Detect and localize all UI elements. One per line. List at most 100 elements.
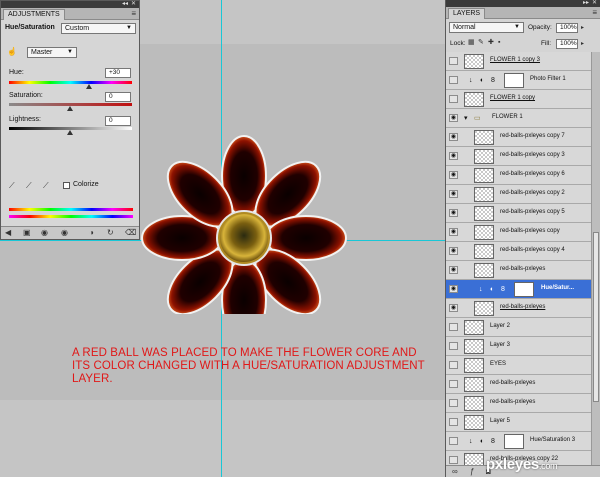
collapse-icon[interactable]: ◂◂ (122, 1, 128, 8)
back-arrow-icon[interactable]: ◀ (5, 228, 11, 238)
visibility-toggle[interactable]: ◉ (449, 171, 458, 179)
visibility-toggle[interactable] (449, 323, 458, 331)
opacity-input[interactable]: 100% (556, 23, 578, 33)
layer-name[interactable]: Layer 3 (490, 341, 510, 350)
layer-row[interactable]: Layer 5 (446, 413, 591, 432)
layer-row[interactable]: ↓ ◐ 8 Hue/Saturation 3 (446, 432, 591, 451)
visibility-toggle[interactable] (449, 76, 458, 84)
visibility-toggle[interactable]: ◉ (449, 152, 458, 160)
blend-mode-select[interactable]: Normal ▼ (449, 22, 524, 33)
panel-menu-icon[interactable]: ≡ (592, 8, 597, 18)
trash-icon[interactable]: ⌫ (125, 228, 136, 238)
layer-name[interactable]: red-balls-pxleyes copy 6 (500, 170, 565, 179)
visibility-toggle[interactable] (449, 95, 458, 103)
visibility-toggle[interactable] (449, 456, 458, 464)
layer-name[interactable]: red-balls-pxleyes copy 3 (500, 151, 565, 160)
fill-input[interactable]: 100% (556, 39, 578, 49)
lock-position-icon[interactable]: ✚ (488, 38, 494, 48)
layer-row[interactable]: ◉ red-balls-pxleyes copy 3 (446, 147, 591, 166)
saturation-slider-thumb[interactable] (67, 106, 73, 111)
layer-row[interactable]: Layer 2 (446, 318, 591, 337)
visibility-toggle[interactable] (449, 57, 458, 65)
layer-row[interactable]: red-balls-pxleyes (446, 394, 591, 413)
tab-layers[interactable]: LAYERS (448, 8, 486, 19)
lightness-slider-thumb[interactable] (67, 130, 73, 135)
layer-name[interactable]: red-balls-pxleyes copy 2 (500, 189, 565, 198)
collapse-icon[interactable]: ▸▸ (583, 0, 589, 7)
visibility-toggle[interactable]: ◉ (449, 114, 458, 122)
link-layers-icon[interactable]: ∞ (452, 467, 458, 477)
lock-all-icon[interactable]: ▪ (498, 38, 500, 48)
visibility-toggle[interactable] (449, 437, 458, 445)
visibility-toggle[interactable]: ◉ (449, 266, 458, 274)
layer-name[interactable]: FLOWER 1 copy (490, 94, 535, 103)
visibility-toggle[interactable]: ◉ (449, 228, 458, 236)
layer-name[interactable]: Layer 2 (490, 322, 510, 331)
tab-adjustments[interactable]: ADJUSTMENTS (3, 9, 65, 20)
scrollbar-thumb[interactable] (593, 232, 599, 402)
layer-row-selected[interactable]: ◉ ↓ ◐ 8 Hue/Satur... (446, 280, 591, 299)
layer-name[interactable]: Photo Filter 1 (530, 75, 566, 84)
layer-name[interactable]: red-balls-pxleyes (490, 379, 535, 388)
layer-row[interactable]: ◉ red-balls-pxleyes copy (446, 223, 591, 242)
visibility-toggle[interactable]: ◉ (449, 209, 458, 217)
layer-name[interactable]: red-balls-pxleyes (500, 265, 545, 274)
chevron-right-icon[interactable]: ▸ (581, 23, 584, 33)
layer-name[interactable]: Hue/Satur... (541, 284, 574, 293)
visibility-toggle[interactable] (449, 380, 458, 388)
targeted-adjustment-icon[interactable]: ☝ (7, 47, 17, 57)
layer-row[interactable]: ↓ ◐ 8 Photo Filter 1 (446, 71, 591, 90)
preset-select[interactable]: Custom ▼ (61, 23, 136, 34)
chevron-right-icon[interactable]: ▸ (581, 39, 584, 49)
layer-row[interactable]: red-balls-pxleyes (446, 375, 591, 394)
hue-slider[interactable] (9, 81, 132, 84)
visibility-toggle[interactable] (449, 361, 458, 369)
visibility-toggle[interactable] (449, 342, 458, 350)
layer-row[interactable]: ◉ red-balls-pxleyes copy 7 (446, 128, 591, 147)
visibility-toggle[interactable] (449, 399, 458, 407)
layer-row[interactable]: FLOWER 1 copy 3 (446, 52, 591, 71)
range-select[interactable]: Master ▼ (27, 47, 77, 58)
saturation-input[interactable]: 0 (105, 92, 131, 102)
layer-name[interactable]: red-balls-pxleyes copy 4 (500, 246, 565, 255)
eyedropper-icon[interactable]: ⟋ (9, 181, 15, 191)
visibility-eye-icon[interactable]: ◉ (61, 228, 68, 238)
clip-to-layer-icon[interactable]: ◉ (41, 228, 48, 238)
eyedropper-subtract-icon[interactable]: ⟋ (43, 181, 49, 191)
layer-name[interactable]: red-balls-pxleyes (490, 398, 535, 407)
lock-transparency-icon[interactable]: ▦ (468, 38, 475, 48)
layers-scrollbar[interactable] (591, 52, 600, 465)
lightness-input[interactable]: 0 (105, 116, 131, 126)
close-icon[interactable]: ✕ (592, 0, 597, 7)
eyedropper-add-icon[interactable]: ⟋ (26, 181, 32, 191)
previous-state-icon[interactable]: ◑ (89, 228, 94, 238)
expand-view-icon[interactable]: ▣ (23, 228, 31, 238)
layer-style-icon[interactable]: ƒ (470, 467, 474, 477)
layer-name[interactable]: red-balls-pxleyes copy 7 (500, 132, 565, 141)
layer-name[interactable]: FLOWER 1 copy 3 (490, 56, 540, 65)
hue-slider-thumb[interactable] (86, 84, 92, 89)
visibility-toggle[interactable]: ◉ (449, 133, 458, 141)
layer-row[interactable]: ◉ red-balls-pxleyes copy 6 (446, 166, 591, 185)
visibility-toggle[interactable]: ◉ (449, 190, 458, 198)
visibility-toggle[interactable]: ◉ (449, 247, 458, 255)
layer-name[interactable]: EYES (490, 360, 506, 369)
layer-row[interactable]: ◉ red-balls-pxleyes copy 2 (446, 185, 591, 204)
expand-triangle-icon[interactable]: ▾ (464, 114, 468, 123)
layer-row[interactable]: ◉ red-balls-pxleyes copy 5 (446, 204, 591, 223)
layer-name[interactable]: red-balls-pxleyes copy (500, 227, 560, 236)
layer-name[interactable]: Layer 5 (490, 417, 510, 426)
layer-name[interactable]: Hue/Saturation 3 (530, 436, 575, 445)
layer-row[interactable]: ◉ red-balls-pxleyes copy 4 (446, 242, 591, 261)
layer-row[interactable]: ◉ red-balls-pxleyes (446, 299, 591, 318)
layer-name[interactable]: red-balls-pxleyes (500, 303, 545, 312)
panel-menu-icon[interactable]: ≡ (131, 9, 136, 19)
layer-row[interactable]: FLOWER 1 copy (446, 90, 591, 109)
reset-icon[interactable]: ↻ (107, 228, 114, 238)
colorize-checkbox[interactable] (63, 182, 70, 189)
hue-input[interactable]: +30 (105, 68, 131, 78)
close-icon[interactable]: ✕ (131, 1, 136, 8)
layer-name[interactable]: red-balls-pxleyes copy 5 (500, 208, 565, 217)
layer-group-row[interactable]: ◉ ▾ ▭ FLOWER 1 (446, 109, 591, 128)
layer-row[interactable]: EYES (446, 356, 591, 375)
